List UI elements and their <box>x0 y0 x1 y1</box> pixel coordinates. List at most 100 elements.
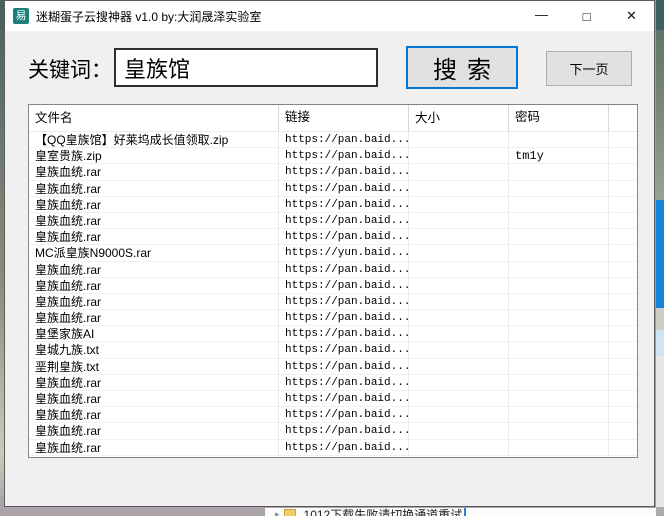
cell-extra <box>609 148 637 163</box>
table-row[interactable]: 皇族血统.rarhttps://pan.baid... <box>29 407 637 423</box>
cell-password <box>509 245 609 260</box>
cell-link[interactable]: https://pan.baid... <box>279 181 409 196</box>
table-row[interactable]: 皇族血统.rarhttps://pan.baid... <box>29 164 637 180</box>
table-row[interactable]: 皇族血统.rarhttps://pan.baid... <box>29 294 637 310</box>
window-title: 迷糊蛋子云搜神器 v1.0 by:大润晟泽实验室 <box>36 8 261 25</box>
cell-extra <box>609 294 637 309</box>
maximize-icon: □ <box>583 9 591 24</box>
search-button[interactable]: 搜索 <box>406 46 518 89</box>
cell-size <box>409 440 509 455</box>
cell-size <box>409 132 509 147</box>
cell-extra <box>609 213 637 228</box>
cell-filename: 皇族血统.rar <box>29 310 279 325</box>
background-toast-window[interactable]: ▸ 1012下载失败请切换通道重试 <box>265 508 656 516</box>
keyword-label: 关键词： <box>28 54 112 84</box>
table-row[interactable]: 垩荆皇族.txthttps://pan.baid... <box>29 359 637 375</box>
cell-password: tm1y <box>509 148 609 163</box>
toast-message: 1012下载失败请切换通道重试 <box>304 508 463 516</box>
table-row[interactable]: 皇族血统.rarhttps://pan.baid... <box>29 197 637 213</box>
table-row[interactable]: 皇族血统.rarhttps://pan.baid... <box>29 181 637 197</box>
keyword-input[interactable] <box>114 48 378 87</box>
cell-link[interactable]: https://pan.baid... <box>279 342 409 357</box>
cell-filename: 皇族血统.rar <box>29 213 279 228</box>
table-row[interactable]: 皇族血统.rarhttps://pan.baid... <box>29 278 637 294</box>
cell-link[interactable]: https://pan.baid... <box>279 326 409 341</box>
cell-size <box>409 181 509 196</box>
minimize-button[interactable]: — <box>519 1 564 31</box>
cell-link[interactable]: https://pan.baid... <box>279 213 409 228</box>
cell-link[interactable]: https://pan.baid... <box>279 164 409 179</box>
next-page-button[interactable]: 下一页 <box>546 51 632 86</box>
cell-link[interactable]: https://pan.baid... <box>279 391 409 406</box>
cell-link[interactable]: https://pan.baid... <box>279 359 409 374</box>
cell-size <box>409 213 509 228</box>
table-row[interactable]: 皇族血统.rarhttps://pan.baid... <box>29 391 637 407</box>
cell-filename: 皇族血统.rar <box>29 197 279 212</box>
cell-size <box>409 148 509 163</box>
cell-size <box>409 278 509 293</box>
toast-selection-edge <box>464 508 466 516</box>
cell-link[interactable]: https://pan.baid... <box>279 407 409 422</box>
minimize-icon: — <box>535 7 548 22</box>
file-table-body: 【QQ皇族馆】好莱坞成长值领取.ziphttps://pan.baid...皇室… <box>29 132 637 456</box>
maximize-button[interactable]: □ <box>564 1 609 31</box>
table-row[interactable]: 皇族血统.rarhttps://pan.baid... <box>29 423 637 439</box>
cell-link[interactable]: https://pan.baid... <box>279 278 409 293</box>
table-row[interactable]: 皇堡家族AIhttps://pan.baid... <box>29 326 637 342</box>
cell-link[interactable]: https://pan.baid... <box>279 423 409 438</box>
cell-extra <box>609 391 637 406</box>
cell-extra <box>609 310 637 325</box>
cell-size <box>409 342 509 357</box>
column-header-password[interactable]: 密码 <box>509 105 609 131</box>
cell-link[interactable]: https://pan.baid... <box>279 375 409 390</box>
close-icon: ✕ <box>626 8 637 24</box>
cell-filename: 皇族血统.rar <box>29 181 279 196</box>
cell-filename: 皇族血统.rar <box>29 391 279 406</box>
title-bar[interactable]: 易 迷糊蛋子云搜神器 v1.0 by:大润晟泽实验室 — □ ✕ <box>5 1 654 31</box>
table-row[interactable]: 皇族血统.rarhttps://pan.baid... <box>29 262 637 278</box>
cell-filename: 皇室贵族.zip <box>29 148 279 163</box>
cell-password <box>509 359 609 374</box>
table-row[interactable]: 皇室贵族.ziphttps://pan.baid... tm1y <box>29 148 637 164</box>
cell-link[interactable]: https://pan.baid... <box>279 229 409 244</box>
table-header: 文件名 链接 大小 密码 <box>29 105 637 132</box>
column-header-link[interactable]: 链接 <box>279 105 409 131</box>
column-header-size[interactable]: 大小 <box>409 105 509 131</box>
cell-link[interactable]: https://pan.baid... <box>279 262 409 277</box>
cell-extra <box>609 197 637 212</box>
cell-link[interactable]: https://pan.baid... <box>279 148 409 163</box>
table-row[interactable]: 皇城九族.txthttps://pan.baid... <box>29 342 637 358</box>
cell-filename: 皇族血统.rar <box>29 229 279 244</box>
cell-link[interactable]: https://pan.baid... <box>279 294 409 309</box>
cell-link[interactable]: https://yun.baid... <box>279 245 409 260</box>
table-row[interactable]: 皇族血统.rarhttps://pan.baid... <box>29 375 637 391</box>
cell-link[interactable]: https://pan.baid... <box>279 440 409 455</box>
close-button[interactable]: ✕ <box>609 1 654 31</box>
cell-extra <box>609 407 637 422</box>
bg-band <box>656 330 664 356</box>
results-table[interactable]: 文件名 链接 大小 密码 【QQ皇族馆】好莱坞成长值领取.ziphttps://… <box>28 104 638 458</box>
table-row[interactable]: MC派皇族N9000S.rarhttps://yun.baid... <box>29 245 637 261</box>
table-row[interactable]: 【QQ皇族馆】好莱坞成长值领取.ziphttps://pan.baid... <box>29 132 637 148</box>
cell-size <box>409 310 509 325</box>
cell-password <box>509 310 609 325</box>
column-header-filename[interactable]: 文件名 <box>29 105 279 131</box>
cell-extra <box>609 245 637 260</box>
cell-link[interactable]: https://pan.baid... <box>279 310 409 325</box>
table-row[interactable]: 皇族血统.rarhttps://pan.baid... <box>29 310 637 326</box>
cell-password <box>509 407 609 422</box>
table-row[interactable]: 皇族血统.rarhttps://pan.baid... <box>29 440 637 456</box>
cell-filename: 皇族血统.rar <box>29 440 279 455</box>
cell-extra <box>609 375 637 390</box>
cell-extra <box>609 423 637 438</box>
table-row[interactable]: 皇族血统.rarhttps://pan.baid... <box>29 213 637 229</box>
cell-filename: 皇族血统.rar <box>29 407 279 422</box>
cell-extra <box>609 262 637 277</box>
app-icon: 易 <box>13 8 29 24</box>
cell-extra <box>609 164 637 179</box>
cell-password <box>509 132 609 147</box>
cell-filename: 皇族血统.rar <box>29 278 279 293</box>
cell-link[interactable]: https://pan.baid... <box>279 132 409 147</box>
cell-link[interactable]: https://pan.baid... <box>279 197 409 212</box>
table-row[interactable]: 皇族血统.rarhttps://pan.baid... <box>29 229 637 245</box>
